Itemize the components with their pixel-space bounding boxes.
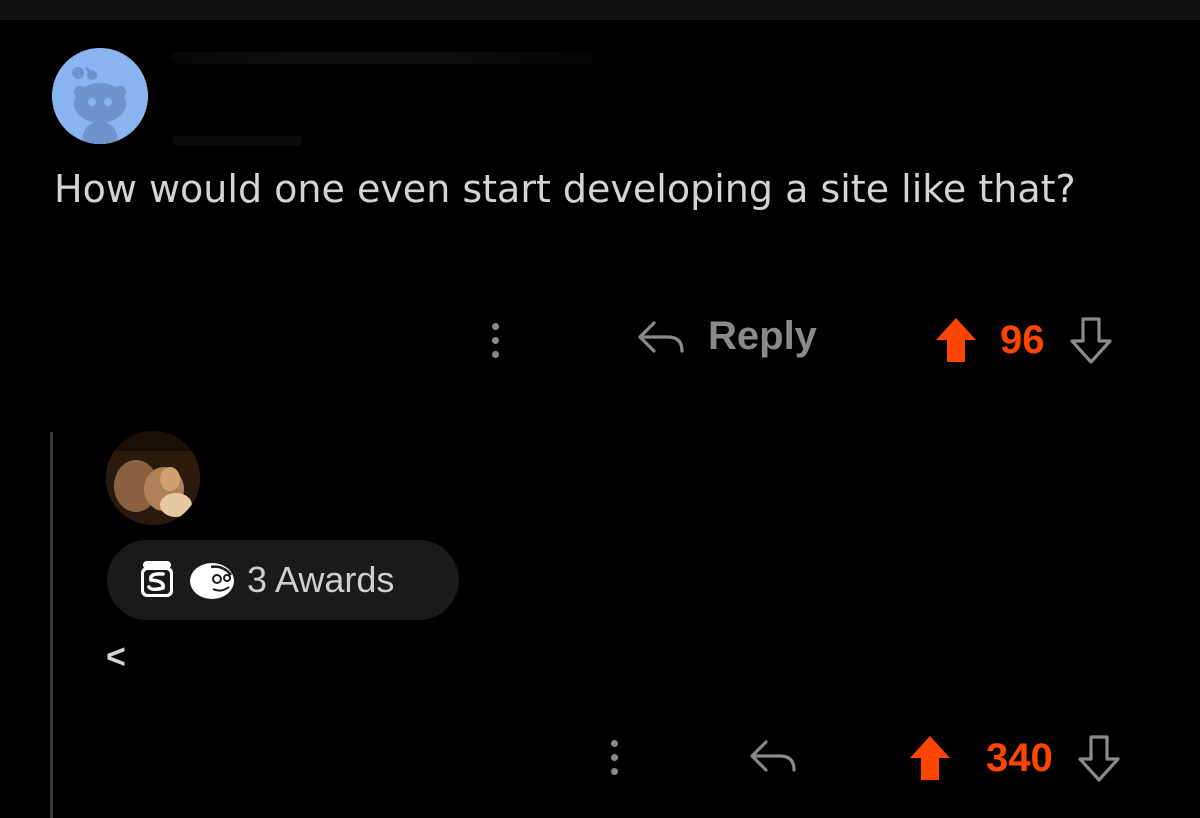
more-options-button[interactable]: [602, 727, 626, 787]
reply-label: Reply: [708, 314, 817, 358]
awards-label: 3 Awards: [247, 559, 395, 600]
user-avatar-default[interactable]: [52, 48, 148, 144]
username-redacted: [172, 52, 592, 64]
more-options-button[interactable]: [483, 310, 507, 370]
upvote-icon[interactable]: [906, 732, 954, 784]
more-icon: [491, 322, 499, 330]
awards-pill[interactable]: 3 Awards: [107, 540, 459, 620]
downvote-icon[interactable]: [1075, 732, 1123, 784]
comment-meta-redacted: [172, 136, 302, 146]
reply-button[interactable]: [748, 736, 798, 776]
vote-controls: 340: [906, 732, 1123, 784]
thread-line[interactable]: [50, 432, 53, 818]
award-icon: [141, 561, 173, 597]
reply-icon: [638, 320, 684, 353]
user-avatar[interactable]: [106, 431, 200, 525]
more-icon: [610, 739, 618, 747]
reply-icon: [750, 740, 796, 772]
vote-score: 96: [1000, 317, 1045, 362]
comment-body: How would one even start developing a si…: [54, 167, 1076, 211]
downvote-icon[interactable]: [1067, 314, 1115, 366]
reply-button[interactable]: Reply: [636, 314, 817, 359]
upvote-icon[interactable]: [932, 314, 980, 366]
award-icon: [190, 563, 234, 599]
user-photo-icon: [106, 431, 200, 525]
top-bar: [0, 0, 1200, 20]
snoo-avatar-icon: [52, 48, 148, 144]
vote-score: 340: [986, 735, 1053, 780]
vote-controls: 96: [932, 314, 1115, 366]
comment-body: <: [106, 638, 126, 676]
